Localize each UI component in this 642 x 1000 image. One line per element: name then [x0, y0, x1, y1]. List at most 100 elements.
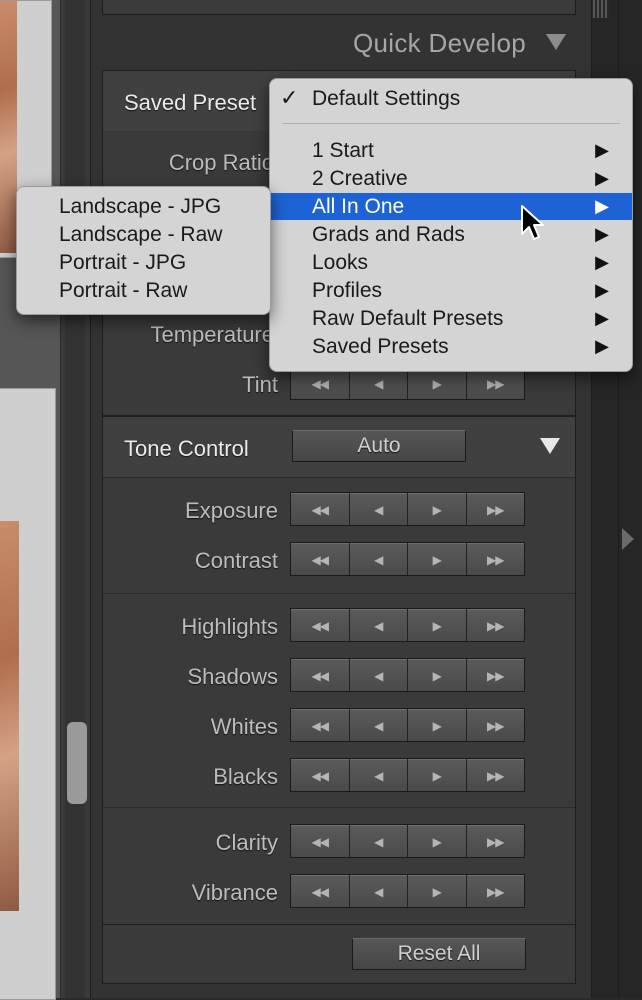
submenu-chevron-right-icon: ▶: [595, 336, 609, 356]
exposure-big-decrease-button[interactable]: ◀◀: [291, 493, 349, 525]
vibrance-label: Vibrance: [191, 880, 278, 905]
submenu-item-landscape-raw[interactable]: Landscape - Raw: [59, 223, 222, 247]
clarity-big-decrease-button[interactable]: ◀◀: [291, 825, 349, 857]
submenu-chevron-right-icon: ▶: [595, 224, 609, 244]
saved-preset-menu: ✓ Default Settings 1 Start ▶ 2 Creative …: [269, 78, 633, 372]
menu-item-2-creative[interactable]: 2 Creative ▶: [270, 165, 632, 192]
clarity-adjust-buttons: ◀◀ ◀ ▶ ▶▶: [290, 824, 525, 858]
whites-increase-button[interactable]: ▶: [408, 709, 466, 741]
section-divider: [103, 807, 575, 808]
menu-separator: [282, 123, 620, 124]
filmstrip: [0, 0, 60, 1000]
menu-item-default-settings[interactable]: Default Settings: [270, 85, 632, 112]
clarity-increase-button[interactable]: ▶: [408, 825, 466, 857]
whites-decrease-button[interactable]: ◀: [349, 709, 407, 741]
menu-item-label: All In One: [312, 195, 405, 218]
saved-preset-label: Saved Preset: [124, 90, 257, 115]
vibrance-decrease-button[interactable]: ◀: [349, 875, 407, 907]
blacks-big-increase-button[interactable]: ▶▶: [466, 759, 524, 791]
menu-item-label: Raw Default Presets: [312, 307, 504, 330]
blacks-decrease-button[interactable]: ◀: [349, 759, 407, 791]
highlights-increase-button[interactable]: ▶: [408, 609, 466, 641]
blacks-label: Blacks: [213, 764, 278, 789]
highlights-label: Highlights: [181, 614, 278, 639]
previous-panel-box: [102, 0, 576, 15]
tone-control-label: Tone Control: [124, 436, 249, 461]
contrast-increase-button[interactable]: ▶: [408, 543, 466, 575]
menu-item-label: Default Settings: [312, 87, 461, 110]
exposure-label: Exposure: [185, 498, 278, 523]
thumbnail-frame[interactable]: [0, 388, 56, 1000]
collapse-triangle-icon[interactable]: [546, 34, 566, 50]
submenu-chevron-right-icon: ▶: [595, 252, 609, 272]
clarity-label: Clarity: [215, 830, 278, 855]
section-divider: [103, 477, 575, 478]
panel-grip[interactable]: [589, 0, 609, 18]
contrast-big-decrease-button[interactable]: ◀◀: [291, 543, 349, 575]
whites-big-increase-button[interactable]: ▶▶: [466, 709, 524, 741]
contrast-big-increase-button[interactable]: ▶▶: [466, 543, 524, 575]
shadows-big-increase-button[interactable]: ▶▶: [466, 659, 524, 691]
auto-tone-button[interactable]: Auto: [292, 430, 466, 462]
expand-panel-arrow-icon[interactable]: [622, 528, 634, 550]
submenu-item-portrait-jpg[interactable]: Portrait - JPG: [59, 251, 186, 275]
section-divider: [103, 593, 575, 594]
submenu-chevron-right-icon: ▶: [595, 168, 609, 188]
submenu-chevron-right-icon: ▶: [595, 280, 609, 300]
vibrance-big-increase-button[interactable]: ▶▶: [466, 875, 524, 907]
contrast-decrease-button[interactable]: ◀: [349, 543, 407, 575]
reset-all-button[interactable]: Reset All: [352, 938, 526, 970]
blacks-increase-button[interactable]: ▶: [408, 759, 466, 791]
menu-item-profiles[interactable]: Profiles ▶: [270, 277, 632, 304]
temperature-label: Temperature: [150, 322, 274, 347]
menu-item-saved-presets[interactable]: Saved Presets ▶: [270, 333, 632, 360]
menu-item-grads-and-rads[interactable]: Grads and Rads ▶: [270, 221, 632, 248]
highlights-decrease-button[interactable]: ◀: [349, 609, 407, 641]
submenu-chevron-right-icon: ▶: [595, 308, 609, 328]
highlights-big-decrease-button[interactable]: ◀◀: [291, 609, 349, 641]
vibrance-big-decrease-button[interactable]: ◀◀: [291, 875, 349, 907]
thumbnail-image: [0, 521, 19, 911]
menu-item-label: Profiles: [312, 279, 383, 302]
shadows-increase-button[interactable]: ▶: [408, 659, 466, 691]
shadows-label: Shadows: [187, 664, 278, 689]
contrast-adjust-buttons: ◀◀ ◀ ▶ ▶▶: [290, 542, 525, 576]
tint-label: Tint: [242, 372, 278, 397]
contrast-label: Contrast: [194, 548, 278, 573]
exposure-adjust-buttons: ◀◀ ◀ ▶ ▶▶: [290, 492, 525, 526]
vibrance-adjust-buttons: ◀◀ ◀ ▶ ▶▶: [290, 874, 525, 908]
menu-item-label: Saved Presets: [312, 335, 449, 358]
whites-label: Whites: [210, 714, 278, 739]
highlights-adjust-buttons: ◀◀ ◀ ▶ ▶▶: [290, 608, 525, 642]
submenu-chevron-right-icon: ▶: [595, 140, 609, 160]
blacks-adjust-buttons: ◀◀ ◀ ▶ ▶▶: [290, 758, 525, 792]
menu-item-label: Looks: [312, 251, 369, 274]
exposure-big-increase-button[interactable]: ▶▶: [466, 493, 524, 525]
exposure-decrease-button[interactable]: ◀: [349, 493, 407, 525]
menu-item-label: Grads and Rads: [312, 223, 465, 246]
vibrance-increase-button[interactable]: ▶: [408, 875, 466, 907]
all-in-one-submenu: Landscape - JPG Landscape - Raw Portrait…: [16, 186, 271, 315]
exposure-increase-button[interactable]: ▶: [408, 493, 466, 525]
menu-item-1-start[interactable]: 1 Start ▶: [270, 137, 632, 164]
shadows-adjust-buttons: ◀◀ ◀ ▶ ▶▶: [290, 658, 525, 692]
whites-adjust-buttons: ◀◀ ◀ ▶ ▶▶: [290, 708, 525, 742]
whites-big-decrease-button[interactable]: ◀◀: [291, 709, 349, 741]
shadows-big-decrease-button[interactable]: ◀◀: [291, 659, 349, 691]
blacks-big-decrease-button[interactable]: ◀◀: [291, 759, 349, 791]
panel-title[interactable]: Quick Develop: [100, 28, 526, 59]
menu-item-label: 2 Creative: [312, 167, 408, 190]
menu-item-looks[interactable]: Looks ▶: [270, 249, 632, 276]
tone-control-disclosure-icon[interactable]: [540, 438, 560, 454]
highlights-big-increase-button[interactable]: ▶▶: [466, 609, 524, 641]
thumbnail-image: [0, 1, 17, 253]
clarity-decrease-button[interactable]: ◀: [349, 825, 407, 857]
menu-item-label: 1 Start: [312, 139, 374, 162]
menu-item-all-in-one[interactable]: All In One ▶: [270, 193, 632, 220]
submenu-item-landscape-jpg[interactable]: Landscape - JPG: [59, 195, 221, 219]
mouse-pointer-icon: [521, 205, 544, 240]
submenu-item-portrait-raw[interactable]: Portrait - Raw: [59, 279, 187, 303]
menu-item-raw-default-presets[interactable]: Raw Default Presets ▶: [270, 305, 632, 332]
clarity-big-increase-button[interactable]: ▶▶: [466, 825, 524, 857]
shadows-decrease-button[interactable]: ◀: [349, 659, 407, 691]
